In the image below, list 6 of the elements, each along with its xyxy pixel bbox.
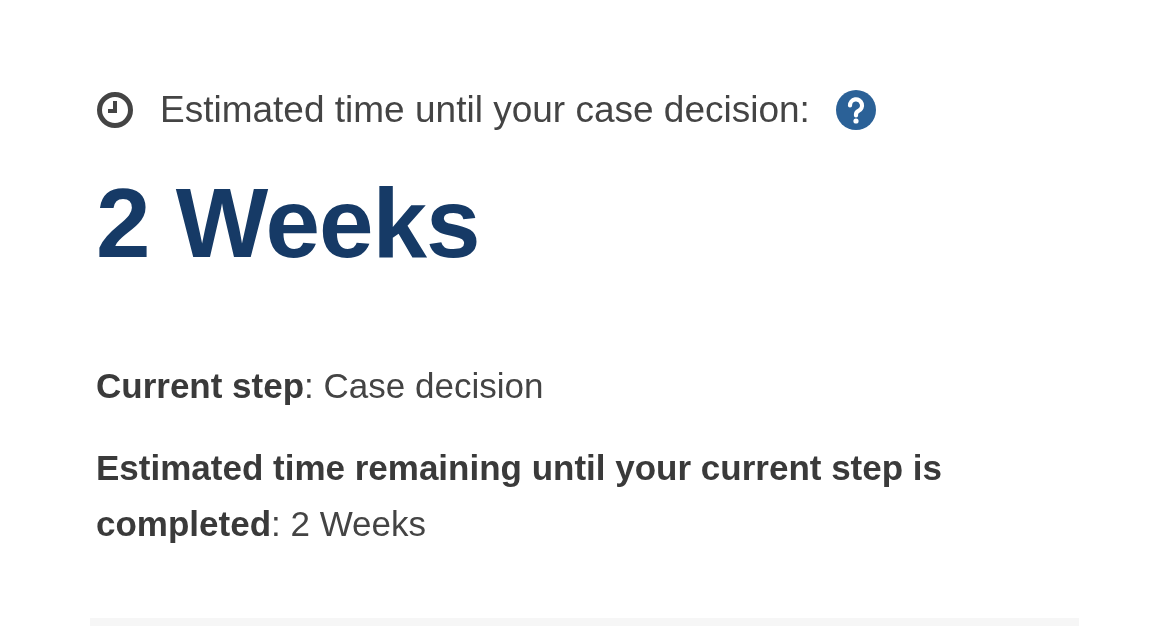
clock-icon [96,90,134,129]
help-icon[interactable] [835,89,876,130]
detail-text: Estimated time remaining until your current step is completed: 2 Weeks [96,446,943,545]
estimate-label: Estimated time until your case decision: [160,88,810,132]
estimate-value: 2 Weeks [96,173,481,272]
detail-text: Current step: Case decision [96,364,545,407]
